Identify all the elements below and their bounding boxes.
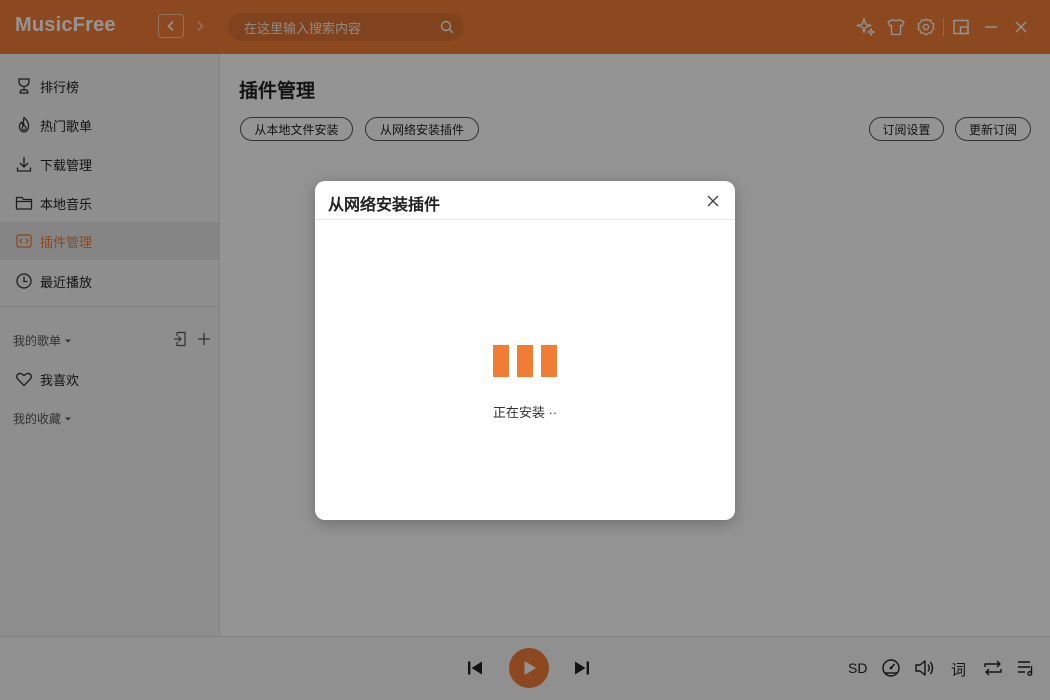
- loading-bar-1: [493, 345, 509, 377]
- install-plugin-dialog: 从网络安装插件 正在安装 ··: [315, 181, 735, 520]
- dialog-divider: [315, 219, 735, 220]
- install-status-text: 正在安装 ··: [492, 405, 558, 420]
- dialog-title: 从网络安装插件: [328, 197, 441, 214]
- loading-bar-2: [517, 345, 533, 377]
- close-icon[interactable]: [705, 193, 721, 209]
- loading-bar-3: [541, 345, 557, 377]
